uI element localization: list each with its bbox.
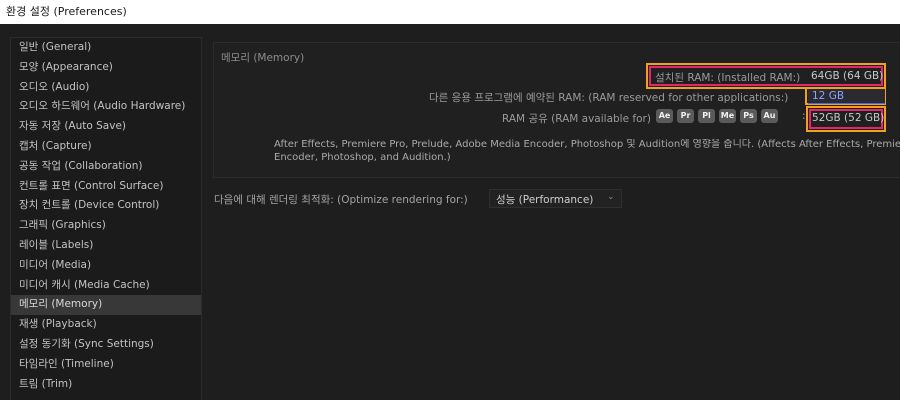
sidebar-item[interactable]: 미디어 (Media): [11, 256, 201, 276]
sidebar-item[interactable]: 공동 작업 (Collaboration): [11, 157, 201, 177]
sidebar-item[interactable]: 레이블 (Labels): [11, 236, 201, 256]
affects-note: After Effects, Premiere Pro, Prelude, Ad…: [274, 139, 900, 163]
reserved-ram-input[interactable]: 12 GB: [808, 89, 885, 104]
sidebar-item[interactable]: 모양 (Appearance): [11, 58, 201, 78]
available-ram-label: RAM 공유 (RAM available for): [502, 113, 651, 125]
installed-ram-value: 64GB (64 GB): [811, 70, 884, 82]
available-ram-value: 52GB (52 GB): [812, 112, 885, 124]
audition-icon: Au: [761, 109, 778, 123]
reserved-ram-label: 다른 응용 프로그램에 예약된 RAM: (RAM reserved for o…: [429, 92, 789, 104]
sidebar-item[interactable]: 자동 저장 (Auto Save): [11, 117, 201, 137]
optimize-rendering-label: 다음에 대해 렌더링 최적화: (Optimize rendering for:…: [214, 194, 468, 206]
sidebar-item[interactable]: 일반 (General): [11, 38, 201, 58]
sidebar-item[interactable]: 재생 (Playback): [11, 315, 201, 335]
sidebar-item[interactable]: 메모리 (Memory): [11, 295, 201, 316]
photoshop-icon: Ps: [740, 109, 757, 123]
chevron-down-icon: ⌄: [607, 192, 615, 202]
sidebar-item[interactable]: 타임라인 (Timeline): [11, 355, 201, 375]
after-effects-icon: Ae: [656, 109, 673, 123]
optimize-rendering-dropdown[interactable]: 성능 (Performance) ⌄: [489, 189, 622, 208]
memory-section-title: 메모리 (Memory): [221, 52, 305, 64]
sidebar-item[interactable]: 캡처 (Capture): [11, 137, 201, 157]
sidebar-item[interactable]: 장치 컨트롤 (Device Control): [11, 196, 201, 216]
sidebar-item[interactable]: 설정 동기화 (Sync Settings): [11, 335, 201, 355]
sidebar-item[interactable]: 컨트롤 표면 (Control Surface): [11, 177, 201, 197]
optimize-rendering-value: 성능 (Performance): [496, 194, 594, 206]
app-icons-row: Ae Pr Pl Me Ps Au: [656, 109, 778, 123]
available-ram-colon: :: [802, 110, 806, 122]
prelude-icon: Pl: [698, 109, 715, 123]
installed-ram-label: 설치된 RAM: (Installed RAM:): [655, 72, 801, 84]
sidebar-item[interactable]: 오디오 하드웨어 (Audio Hardware): [11, 97, 201, 117]
preferences-sidebar: 일반 (General) 모양 (Appearance) 오디오 (Audio) 오디…: [10, 37, 202, 400]
premiere-pro-icon: Pr: [677, 109, 694, 123]
sidebar-item[interactable]: 오디오 (Audio): [11, 78, 201, 98]
window-title: 환경 설정 (Preferences): [0, 0, 900, 24]
sidebar-item[interactable]: 그래픽 (Graphics): [11, 216, 201, 236]
sidebar-item[interactable]: 트림 (Trim): [11, 375, 201, 395]
media-encoder-icon: Me: [719, 109, 736, 123]
sidebar-item[interactable]: 미디어 캐시 (Media Cache): [11, 276, 201, 296]
